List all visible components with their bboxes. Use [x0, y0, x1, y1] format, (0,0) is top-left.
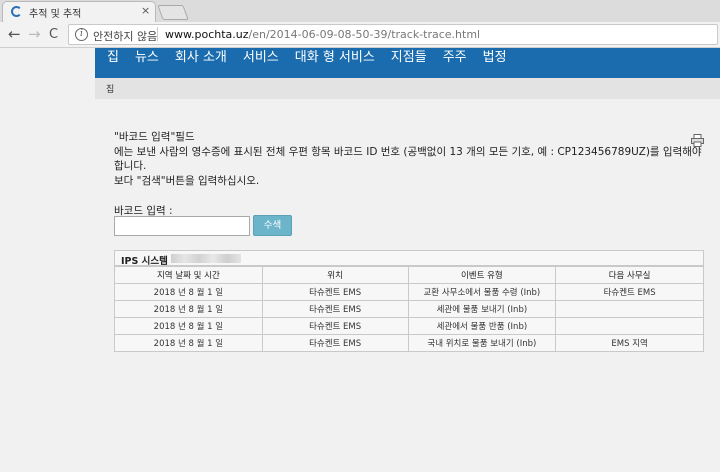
column-header-date: 지역 날짜 및 시간	[114, 266, 263, 284]
instructions: "바코드 입력"필드 에는 보낸 사람의 영수증에 표시된 전체 우편 항목 바…	[114, 130, 706, 188]
top-nav-item[interactable]: 대화 형 서비스	[295, 50, 375, 66]
close-tab-icon[interactable]: ×	[141, 4, 150, 17]
cell-location: 타슈켄트 EMS	[261, 283, 409, 301]
cell-location: 타슈켄트 EMS	[261, 334, 409, 352]
address-bar[interactable]: i 안전하지 않음 www.pochta.uz/en/2014-06-09-08…	[68, 24, 718, 45]
column-header-event-type: 이벤트 유형	[407, 266, 557, 284]
breadcrumb[interactable]: 집	[106, 82, 114, 95]
new-tab-button[interactable]	[157, 5, 189, 20]
cell-date: 2018 년 8 월 1 일	[114, 334, 263, 352]
instructions-line-1: "바코드 입력"필드	[114, 131, 195, 143]
url-text[interactable]: www.pochta.uz/en/2014-06-09-08-50-39/tra…	[165, 28, 480, 41]
top-nav-item[interactable]: 법정	[483, 50, 507, 66]
cell-event-type: 국내 위치로 물품 보내기 (Inb)	[407, 334, 557, 352]
loading-spinner-icon	[11, 6, 22, 17]
browser-tab-strip: 추적 및 추적 ×	[0, 0, 720, 22]
cell-event-type: 세관에서 물품 반품 (Inb)	[407, 317, 557, 335]
printer-icon[interactable]	[691, 134, 704, 147]
forward-button[interactable]: →	[28, 26, 41, 42]
cell-next-office: 타슈켄트 EMS	[555, 283, 704, 301]
security-label[interactable]: 안전하지 않음	[93, 28, 157, 44]
cell-date: 2018 년 8 월 1 일	[114, 300, 263, 318]
table-header-row: 지역 날짜 및 시간 위치 이벤트 유형 다음 사무실	[114, 266, 704, 284]
tab-title: 추적 및 추적	[29, 9, 82, 20]
url-divider	[157, 27, 158, 41]
breadcrumb-bar: 집	[95, 78, 720, 99]
cell-location: 타슈켄트 EMS	[261, 317, 409, 335]
ips-system-title-bar: IPS 시스템	[114, 250, 704, 267]
column-header-next-office: 다음 사무실	[555, 266, 704, 284]
barcode-input[interactable]	[114, 216, 250, 236]
redacted-block	[171, 254, 241, 263]
search-button[interactable]: 수색	[253, 215, 292, 236]
top-nav-item[interactable]: 집	[107, 50, 119, 66]
top-nav-item[interactable]: 지점들	[391, 50, 427, 66]
top-nav-item[interactable]: 뉴스	[135, 50, 159, 66]
browser-tab[interactable]: 추적 및 추적 ×	[2, 1, 156, 22]
cell-next-office: EMS 지역	[555, 334, 704, 352]
site-top-nav: 집 뉴스 회사 소개 서비스 대화 형 서비스 지점들 주주 법정	[95, 48, 720, 78]
table-row: 2018 년 8 월 1 일 타슈켄트 EMS 국내 위치로 물품 보내기 (I…	[114, 334, 704, 352]
top-nav-item[interactable]: 회사 소개	[175, 50, 227, 66]
cell-event-type: 세관에 물품 보내기 (Inb)	[407, 300, 557, 318]
info-icon[interactable]: i	[75, 28, 88, 41]
top-nav-item[interactable]: 주주	[443, 50, 467, 66]
table-row: 2018 년 8 월 1 일 타슈켄트 EMS 교환 사무소에서 물품 수령 (…	[114, 283, 704, 301]
url-path: /en/2014-06-09-08-50-39/track-trace.html	[248, 28, 481, 41]
browser-toolbar: ← → C i 안전하지 않음 www.pochta.uz/en/2014-06…	[0, 22, 720, 48]
table-row: 2018 년 8 월 1 일 타슈켄트 EMS 세관에서 물품 반품 (Inb)	[114, 317, 704, 335]
top-nav-item[interactable]: 서비스	[243, 50, 279, 66]
reload-button[interactable]: C	[49, 27, 58, 43]
cell-date: 2018 년 8 월 1 일	[114, 317, 263, 335]
cell-event-type: 교환 사무소에서 물품 수령 (Inb)	[407, 283, 557, 301]
table-row: 2018 년 8 월 1 일 타슈켄트 EMS 세관에 물품 보내기 (Inb)	[114, 300, 704, 318]
url-host: www.pochta.uz	[165, 28, 249, 41]
tracking-table: 지역 날짜 및 시간 위치 이벤트 유형 다음 사무실 2018 년 8 월 1…	[114, 266, 704, 352]
top-nav-items: 집 뉴스 회사 소개 서비스 대화 형 서비스 지점들 주주 법정	[107, 50, 523, 66]
instructions-line-2: 에는 보낸 사람의 영수증에 표시된 전체 우편 항목 바코드 ID 번호 (공…	[114, 145, 702, 173]
back-button[interactable]: ←	[8, 26, 21, 42]
ips-system-title: IPS 시스템	[121, 256, 168, 267]
column-header-location: 위치	[261, 266, 409, 284]
cell-next-office	[555, 317, 704, 335]
cell-location: 타슈켄트 EMS	[261, 300, 409, 318]
cell-next-office	[555, 300, 704, 318]
instructions-line-3: 보다 "검색"버튼을 입력하십시오.	[114, 174, 260, 187]
cell-date: 2018 년 8 월 1 일	[114, 283, 263, 301]
